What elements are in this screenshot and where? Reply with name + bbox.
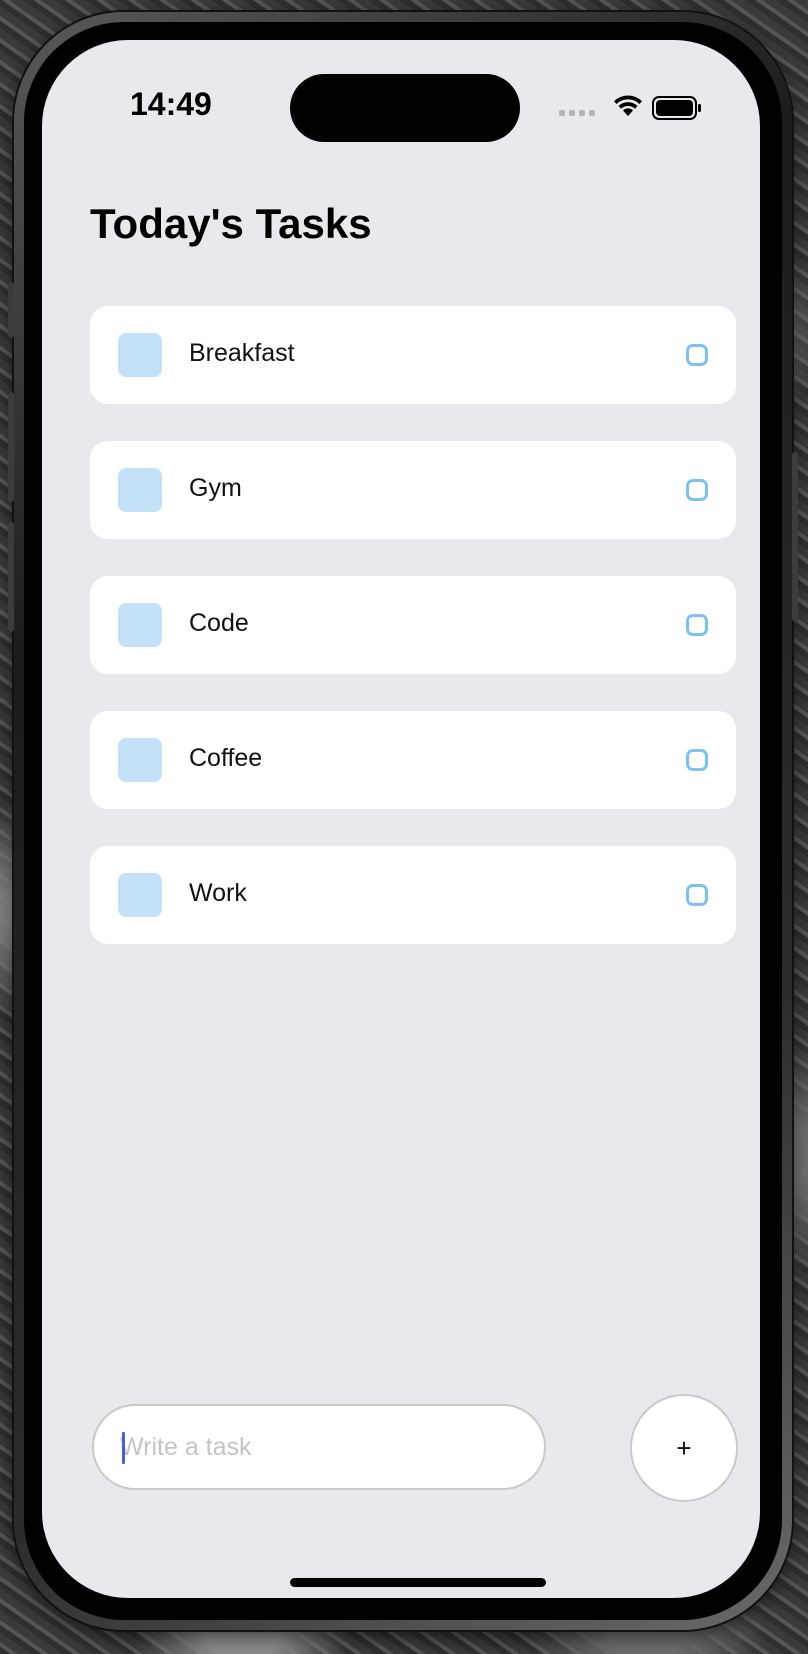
task-label: Breakfast (189, 339, 295, 367)
task-status-circle-icon[interactable] (686, 884, 708, 906)
task-square-icon (118, 873, 162, 917)
task-label: Work (189, 879, 247, 907)
task-status-circle-icon[interactable] (686, 749, 708, 771)
task-label: Coffee (189, 744, 263, 772)
page-title: Today's Tasks (90, 200, 372, 247)
task-status-circle-icon[interactable] (686, 344, 708, 366)
task-input[interactable] (120, 1406, 520, 1488)
task-item[interactable]: Code (90, 576, 736, 674)
task-list: Breakfast Gym Code Coffee Work (90, 306, 736, 981)
power-button (792, 452, 798, 622)
task-item[interactable]: Work (90, 846, 736, 944)
task-item[interactable]: Gym (90, 441, 736, 539)
dynamic-island (290, 74, 520, 142)
home-indicator[interactable] (290, 1578, 546, 1587)
task-label: Gym (189, 474, 242, 502)
task-square-icon (118, 603, 162, 647)
signal-dots-icon (559, 110, 595, 116)
task-input-container[interactable] (92, 1404, 546, 1490)
task-square-icon (118, 468, 162, 512)
task-status-circle-icon[interactable] (686, 614, 708, 636)
task-item[interactable]: Coffee (90, 711, 736, 809)
task-label: Code (189, 609, 249, 637)
wifi-icon (614, 95, 642, 116)
task-square-icon (118, 738, 162, 782)
add-task-button[interactable]: + (630, 1394, 738, 1502)
battery-icon (652, 96, 701, 120)
task-square-icon (118, 333, 162, 377)
app-screen: 14:49 Today's Tasks Breakfast Gym Code C… (42, 40, 760, 1598)
text-caret (122, 1432, 125, 1464)
phone-screen-holder: 14:49 Today's Tasks Breakfast Gym Code C… (14, 12, 792, 1630)
task-item[interactable]: Breakfast (90, 306, 736, 404)
status-time: 14:49 (130, 86, 212, 122)
task-status-circle-icon[interactable] (686, 479, 708, 501)
